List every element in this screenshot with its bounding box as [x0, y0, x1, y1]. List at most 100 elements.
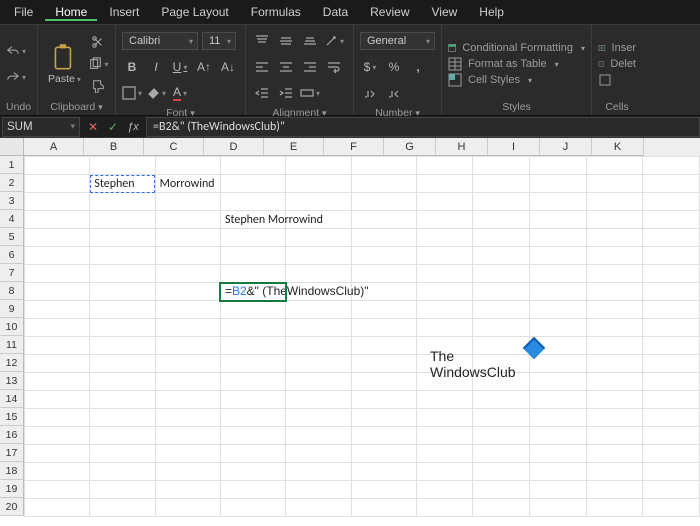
cell-F11[interactable]: [351, 337, 416, 355]
copy-button[interactable]: [88, 54, 108, 74]
cell-E13[interactable]: [286, 373, 351, 391]
cell-J1[interactable]: [586, 157, 643, 175]
col-header-C[interactable]: C: [144, 138, 204, 156]
cell-J2[interactable]: [586, 175, 643, 193]
cell-C8[interactable]: [155, 283, 220, 301]
cell-I13[interactable]: [530, 373, 587, 391]
cell-I1[interactable]: [530, 157, 587, 175]
cell-B7[interactable]: [90, 265, 155, 283]
cell-I20[interactable]: [530, 499, 587, 517]
cell-C1[interactable]: [155, 157, 220, 175]
cell-H3[interactable]: [473, 193, 530, 211]
cell-J15[interactable]: [586, 409, 643, 427]
cell-J13[interactable]: [586, 373, 643, 391]
col-header-A[interactable]: A: [24, 138, 84, 156]
cell-A4[interactable]: [25, 211, 90, 229]
cell-G14[interactable]: [416, 391, 473, 409]
cell-B20[interactable]: [90, 499, 155, 517]
cell-F3[interactable]: [351, 193, 416, 211]
merge-button[interactable]: [300, 83, 320, 103]
cell-F12[interactable]: [351, 355, 416, 373]
cell-C20[interactable]: [155, 499, 220, 517]
cell-I6[interactable]: [530, 247, 587, 265]
cell-D2[interactable]: [220, 175, 285, 193]
cell-E9[interactable]: [286, 301, 351, 319]
cell-H18[interactable]: [473, 463, 530, 481]
cell-B12[interactable]: [90, 355, 155, 373]
cell-F17[interactable]: [351, 445, 416, 463]
cell-F13[interactable]: [351, 373, 416, 391]
col-header-I[interactable]: I: [488, 138, 540, 156]
cell-E5[interactable]: [286, 229, 351, 247]
row-header-9[interactable]: 9: [0, 300, 24, 318]
cell-G7[interactable]: [416, 265, 473, 283]
cell-C17[interactable]: [155, 445, 220, 463]
row-header-20[interactable]: 20: [0, 498, 24, 516]
cell-A7[interactable]: [25, 265, 90, 283]
align-center-button[interactable]: [276, 57, 296, 77]
insert-cells-button[interactable]: Inser: [598, 41, 636, 55]
cell-A17[interactable]: [25, 445, 90, 463]
cell-B8[interactable]: [90, 283, 155, 301]
cell-D4[interactable]: Stephen Morrowind: [220, 211, 285, 229]
cell-G9[interactable]: [416, 301, 473, 319]
cell-F6[interactable]: [351, 247, 416, 265]
cell-G19[interactable]: [416, 481, 473, 499]
cell-C13[interactable]: [155, 373, 220, 391]
cell-I18[interactable]: [530, 463, 587, 481]
col-header-E[interactable]: E: [264, 138, 324, 156]
row-header-11[interactable]: 11: [0, 336, 24, 354]
cell-G2[interactable]: [416, 175, 473, 193]
bold-button[interactable]: B: [122, 57, 142, 77]
row-header-13[interactable]: 13: [0, 372, 24, 390]
cell-F9[interactable]: [351, 301, 416, 319]
cell-E7[interactable]: [286, 265, 351, 283]
cell-A20[interactable]: [25, 499, 90, 517]
cell-F2[interactable]: [351, 175, 416, 193]
cell-D16[interactable]: [220, 427, 285, 445]
cell-A3[interactable]: [25, 193, 90, 211]
row-header-8[interactable]: 8: [0, 282, 24, 300]
cell-A15[interactable]: [25, 409, 90, 427]
cell-B16[interactable]: [90, 427, 155, 445]
cell-A11[interactable]: [25, 337, 90, 355]
name-box[interactable]: SUM▾: [2, 117, 80, 137]
cell-E18[interactable]: [286, 463, 351, 481]
cell-B9[interactable]: [90, 301, 155, 319]
cell-J7[interactable]: [586, 265, 643, 283]
row-header-2[interactable]: 2: [0, 174, 24, 192]
cell-J6[interactable]: [586, 247, 643, 265]
cell-C12[interactable]: [155, 355, 220, 373]
cell-J3[interactable]: [586, 193, 643, 211]
cell-A2[interactable]: [25, 175, 90, 193]
column-headers[interactable]: ABCDEFGHIJK: [24, 138, 700, 156]
number-format-select[interactable]: General▾: [360, 32, 435, 50]
redo-button[interactable]: [6, 67, 26, 87]
underline-button[interactable]: U: [170, 57, 190, 77]
cell-G16[interactable]: [416, 427, 473, 445]
row-header-15[interactable]: 15: [0, 408, 24, 426]
paste-button[interactable]: Paste: [44, 43, 84, 85]
menu-file[interactable]: File: [4, 3, 43, 21]
cell-D20[interactable]: [220, 499, 285, 517]
cell-H7[interactable]: [473, 265, 530, 283]
cell-A13[interactable]: [25, 373, 90, 391]
cell-C5[interactable]: [155, 229, 220, 247]
cell-I3[interactable]: [530, 193, 587, 211]
col-header-D[interactable]: D: [204, 138, 264, 156]
cell-D12[interactable]: [220, 355, 285, 373]
cell-A14[interactable]: [25, 391, 90, 409]
format-as-table-button[interactable]: Format as Table▾: [448, 57, 585, 71]
row-header-18[interactable]: 18: [0, 462, 24, 480]
cell-A1[interactable]: [25, 157, 90, 175]
cell-K17[interactable]: [643, 445, 700, 463]
menu-view[interactable]: View: [422, 3, 468, 21]
cell-A9[interactable]: [25, 301, 90, 319]
cell-J4[interactable]: [586, 211, 643, 229]
format-cells-button[interactable]: [598, 73, 636, 87]
delete-cells-button[interactable]: Delet: [598, 57, 636, 71]
decrease-font-button[interactable]: A↓: [218, 57, 238, 77]
cell-H19[interactable]: [473, 481, 530, 499]
font-color-button[interactable]: A: [170, 83, 190, 103]
col-header-F[interactable]: F: [324, 138, 384, 156]
